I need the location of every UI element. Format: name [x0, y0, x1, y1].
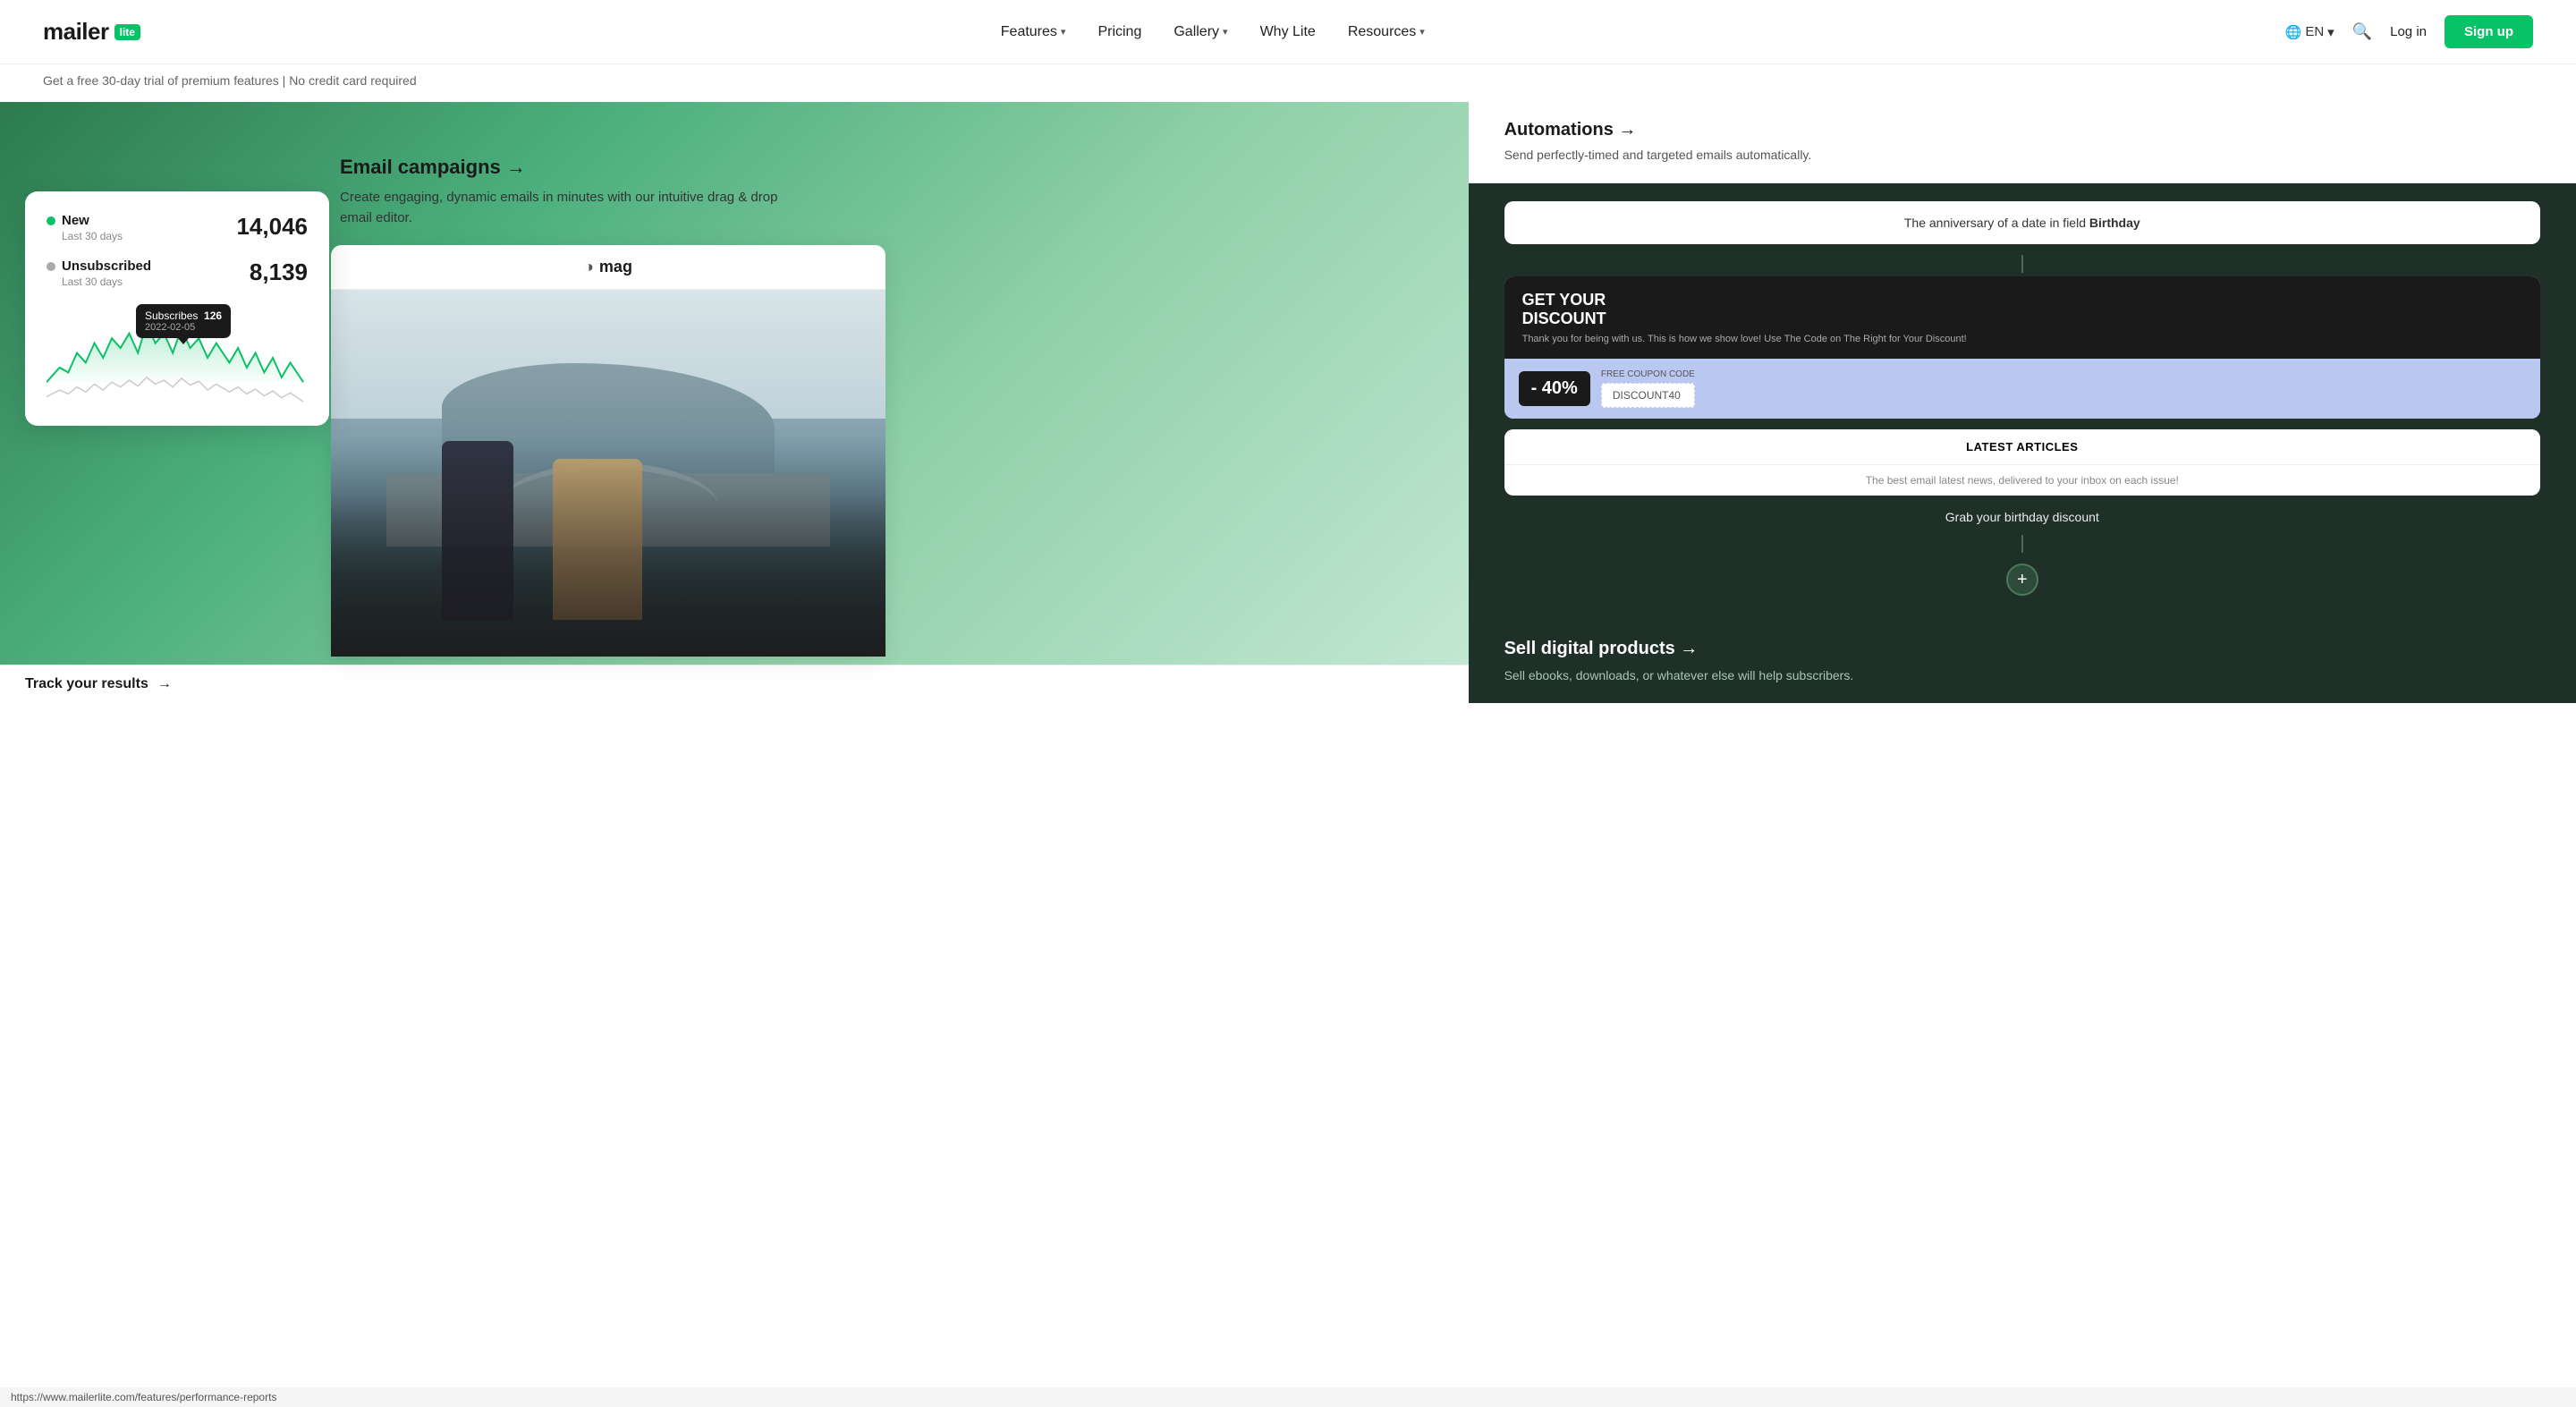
email-visual-body: - 40% FREE COUPON CODE DISCOUNT40 [1504, 359, 2540, 419]
coupon-code: DISCOUNT40 [1601, 383, 1695, 408]
nav-right: 🌐 EN ▾ 🔍 Log in Sign up [2285, 15, 2533, 48]
latest-articles-card: LATEST ARTICLES The best email latest ne… [1504, 429, 2540, 496]
email-campaigns-title: Email campaigns → [340, 156, 787, 179]
chevron-down-icon: ▾ [2327, 24, 2334, 40]
signup-button[interactable]: Sign up [2445, 15, 2533, 48]
login-button[interactable]: Log in [2390, 24, 2427, 39]
coupon-label: FREE COUPON CODE [1601, 369, 1695, 379]
email-campaigns-desc: Create engaging, dynamic emails in minut… [340, 188, 787, 228]
flow-line-2 [2021, 535, 2023, 553]
email-preview-card: ◑ mag [331, 245, 886, 657]
track-arrow: → [157, 676, 172, 692]
email-preview-header: ◑ mag [331, 245, 886, 290]
chevron-down-icon: ▾ [1061, 26, 1066, 38]
language-selector[interactable]: 🌐 EN ▾ [2285, 24, 2334, 40]
latest-articles-header: LATEST ARTICLES [1504, 429, 2540, 465]
new-stat-row: New Last 30 days 14,046 [47, 213, 308, 242]
automation-section-top: Automations → Send perfectly-timed and t… [1469, 102, 2576, 183]
chart-area: Subscribes 126 2022-02-05 [47, 304, 308, 411]
automation-flow: The anniversary of a date in field Birth… [1469, 183, 2576, 621]
sell-digital-title: Sell digital products → [1504, 639, 2540, 659]
nav-link-features[interactable]: Features ▾ [1001, 24, 1066, 40]
new-sublabel: Last 30 days [62, 230, 123, 242]
email-visual-header: GET YOUR DISCOUNT Thank you for being wi… [1504, 276, 2540, 359]
nav-links: Features ▾ Pricing Gallery ▾ Why Lite Re… [1001, 24, 1425, 40]
discount-badge: - 40% [1519, 371, 1590, 406]
email-header-line2: DISCOUNT [1522, 309, 2522, 328]
track-label: Track your results [25, 676, 148, 692]
tooltip-label: Subscribes [145, 309, 198, 322]
new-value: 14,046 [236, 213, 308, 241]
latest-articles-body: The best email latest news, delivered to… [1504, 465, 2540, 496]
sell-digital-section: Sell digital products → Sell ebooks, dow… [1469, 621, 2576, 703]
trigger-text: The anniversary of a date in field [1904, 216, 2086, 230]
left-panel: New Last 30 days 14,046 Unsubscribed Las… [0, 102, 1469, 703]
dashboard-card: New Last 30 days 14,046 Unsubscribed Las… [25, 191, 329, 426]
tooltip-arrow [178, 338, 189, 344]
unsub-label: Unsubscribed [47, 259, 151, 274]
email-logo: ◑ mag [584, 258, 632, 276]
email-thank-you: Thank you for being with us. This is how… [1522, 334, 2522, 344]
globe-icon: 🌐 [2285, 24, 2302, 40]
nav-link-resources[interactable]: Resources ▾ [1348, 24, 1425, 40]
flow-line [2021, 255, 2023, 273]
automations-title: Automations → [1504, 120, 2540, 140]
tooltip-date: 2022-02-05 [145, 322, 222, 333]
unsub-sublabel: Last 30 days [62, 275, 151, 288]
green-dot [47, 216, 55, 225]
navbar: mailer lite Features ▾ Pricing Gallery ▾… [0, 0, 2576, 64]
nav-link-gallery[interactable]: Gallery ▾ [1174, 24, 1227, 40]
nav-link-pricing[interactable]: Pricing [1097, 24, 1141, 40]
unsub-value: 8,139 [250, 259, 308, 286]
flow-connector-1 [1504, 255, 2540, 273]
flow-connector-2 [1504, 535, 2540, 553]
tooltip-value: 126 [204, 309, 222, 322]
logo-badge: lite [114, 24, 140, 40]
nav-link-whylite[interactable]: Why Lite [1260, 24, 1316, 40]
chevron-down-icon: ▾ [1223, 26, 1228, 38]
email-preview-body [331, 290, 886, 657]
right-panel: Automations → Send perfectly-timed and t… [1469, 102, 2576, 703]
search-icon: 🔍 [2352, 22, 2372, 40]
main-container: New Last 30 days 14,046 Unsubscribed Las… [0, 102, 2576, 703]
chevron-down-icon: ▾ [1419, 26, 1425, 38]
trigger-field: Birthday [2089, 216, 2140, 230]
logo-text: mailer [43, 18, 109, 46]
email-header-line1: GET YOUR [1522, 291, 2522, 309]
logo[interactable]: mailer lite [43, 18, 140, 46]
chart-tooltip: Subscribes 126 2022-02-05 [136, 304, 231, 338]
bridge-photo [331, 290, 886, 657]
email-visual-card: GET YOUR DISCOUNT Thank you for being wi… [1504, 276, 2540, 419]
new-label: New [47, 213, 123, 228]
trigger-card: The anniversary of a date in field Birth… [1504, 201, 2540, 244]
moon-icon: ◑ [584, 258, 594, 276]
search-button[interactable]: 🔍 [2352, 22, 2372, 41]
trial-text: Get a free 30-day trial of premium featu… [43, 73, 417, 88]
add-step-button[interactable]: + [2006, 564, 2038, 596]
track-results-bar[interactable]: Track your results → [0, 665, 1469, 703]
birthday-link[interactable]: Grab your birthday discount [1504, 503, 2540, 531]
email-campaigns-section: Email campaigns → Create engaging, dynam… [340, 156, 787, 228]
add-step-container: + [1504, 556, 2540, 603]
gray-dot [47, 262, 55, 271]
trial-bar: Get a free 30-day trial of premium featu… [0, 64, 2576, 102]
unsub-stat-row: Unsubscribed Last 30 days 8,139 [47, 259, 308, 288]
sell-digital-desc: Sell ebooks, downloads, or whatever else… [1504, 666, 2540, 685]
status-url-bar: https://www.mailerlite.com/features/perf… [0, 1387, 2576, 1407]
automations-desc: Send perfectly-timed and targeted emails… [1504, 146, 2540, 165]
